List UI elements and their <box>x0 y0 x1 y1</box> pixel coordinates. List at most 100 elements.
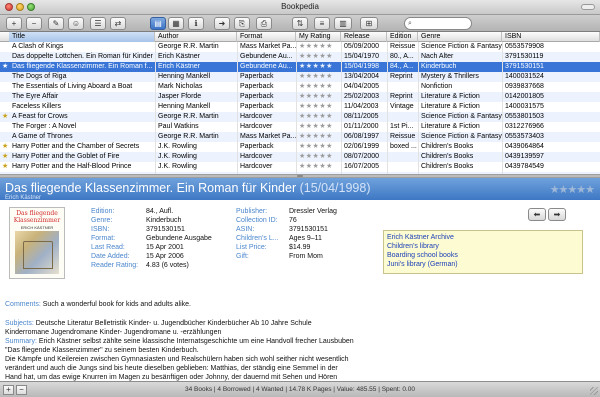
remove-button[interactable]: − <box>26 17 42 30</box>
cell-edition <box>387 112 418 122</box>
detail-author: Erich Kästner <box>5 195 42 201</box>
table-row[interactable]: A Clash of Kings George R.R. Martin Mass M… <box>0 42 600 52</box>
table-row[interactable]: ★ Harry Potter and the Chamber of Secrets… <box>0 142 600 152</box>
cell-genre: Nonfiction <box>421 83 453 90</box>
cell-author: Paul Watkins <box>158 123 199 130</box>
table-row[interactable]: The Dogs of Riga Henning Mankell Paperback… <box>0 72 600 82</box>
resize-grip[interactable] <box>590 387 598 395</box>
collection-link[interactable]: Juni's library (German) <box>387 260 579 269</box>
column-header-format[interactable]: Format <box>237 32 296 42</box>
cell-title: Harry Potter and the Half-Blood Prince <box>12 163 132 170</box>
cell-edition: boxed ... <box>390 143 417 150</box>
info-button[interactable]: ℹ <box>188 17 204 30</box>
table-row[interactable]: ★ Das fliegende Klassenzimmer. Ein Roman … <box>0 62 600 72</box>
person-button[interactable]: ☺ <box>68 17 84 30</box>
table-row[interactable]: The Forger : A Novel Paul Watkins Hardcove… <box>0 122 600 132</box>
field-label: ASIN: <box>236 226 255 233</box>
view-cover-button[interactable]: ▦ <box>168 17 184 30</box>
search-field[interactable]: ⌕ <box>404 17 472 30</box>
sort-button[interactable]: ⇅ <box>292 17 308 30</box>
cell-title: A Clash of Kings <box>12 43 64 50</box>
book-table: Title Author Format My Rating Release Ed… <box>0 32 600 174</box>
filter-button[interactable]: ≡ <box>314 17 330 30</box>
cell-edition: Reissue <box>390 133 416 140</box>
columns-button[interactable]: ⊞ <box>360 17 378 30</box>
table-row[interactable]: Faceless Killers Henning Mankell Paperback… <box>0 102 600 112</box>
field-label: Genre: <box>91 217 113 224</box>
view-list-button[interactable]: ▤ <box>150 17 166 30</box>
field-value: 3791530151 <box>289 226 328 233</box>
field-label: Reader Rating: <box>91 262 139 269</box>
add-button[interactable]: + <box>6 17 22 30</box>
column-header-isbn[interactable]: ISBN <box>502 32 600 42</box>
detail-title-text: Das fliegende Klassenzimmer. Ein Roman f… <box>5 181 297 195</box>
column-header-release[interactable]: Release <box>341 32 387 42</box>
cell-title: Das fliegende Klassenzimmer. Ein Roman f… <box>12 63 153 70</box>
column-header-genre[interactable]: Genre <box>418 32 502 42</box>
cell-author: J.K. Rowling <box>158 143 197 150</box>
table-row[interactable]: A Game of Thrones George R.R. Martin Mass … <box>0 132 600 142</box>
cell-title: A Feast for Crows <box>12 113 68 120</box>
field-value: 15 Apr 2001 <box>146 244 184 251</box>
cell-title: The Essentials of Living Aboard a Boat <box>12 83 133 90</box>
cell-edition: Reissue <box>390 43 416 50</box>
cell-release: 05/09/2000 <box>344 43 380 50</box>
field-value: Kinderbuch <box>146 217 182 224</box>
cell-isbn: 0312276966 <box>505 123 544 130</box>
cell-author: Henning Mankell <box>158 103 211 110</box>
edit-button[interactable]: ✎ <box>48 17 64 30</box>
cell-edition <box>387 162 418 172</box>
stats-icon: ▥ <box>339 18 347 28</box>
next-book-button[interactable]: ➡ <box>548 208 566 221</box>
detail-rating-stars[interactable]: ★★★★★ <box>550 183 595 196</box>
cell-format: Paperback <box>240 83 274 90</box>
list-button[interactable]: ☰ <box>90 17 106 30</box>
collection-link[interactable]: Erich Kästner Archive <box>387 233 579 242</box>
field-value: Dressler Verlag <box>289 208 337 215</box>
stats-button[interactable]: ▥ <box>334 17 352 30</box>
cell-format: Paperback <box>240 73 274 80</box>
table-row[interactable]: ★ Harry Potter and the Goblet of Fire J.K.… <box>0 152 600 162</box>
table-row[interactable]: ★ Harry Potter and the Half-Blood Prince J… <box>0 162 600 172</box>
comments-text: Such a wonderful book for kids and adult… <box>42 301 192 308</box>
sort-icon: ⇅ <box>296 18 304 28</box>
table-row[interactable]: ★ A Feast for Crows George R.R. Martin Hard… <box>0 112 600 122</box>
cell-edition <box>387 152 418 162</box>
export-button[interactable]: ➜ <box>214 17 230 30</box>
cell-release: 02/06/1999 <box>344 143 380 150</box>
cell-rating: ★★★★★ <box>299 83 333 90</box>
print-button[interactable]: ⎙ <box>256 17 272 30</box>
import-button[interactable]: ⎘ <box>234 17 250 30</box>
previous-book-button[interactable]: ⬅ <box>528 208 546 221</box>
cell-isbn: 0553801503 <box>505 113 544 120</box>
column-header-rating[interactable]: My Rating <box>296 32 341 42</box>
cell-title: The Eyre Affair <box>12 93 59 100</box>
table-row[interactable]: The Essentials of Living Aboard a Boat Ma… <box>0 82 600 92</box>
table-row[interactable]: Das doppelte Lottchen. Ein Roman für Kin… <box>0 52 600 62</box>
cell-format: Paperback <box>240 93 274 100</box>
toolbar-toggle-button[interactable] <box>581 4 595 10</box>
summary-label: Summary: <box>5 338 37 345</box>
cell-edition: 1st Pi... <box>390 123 414 130</box>
cell-edition: 84., A... <box>390 63 414 70</box>
cell-title: Harry Potter and the Chamber of Secrets <box>12 143 140 150</box>
lend-button[interactable]: ⇄ <box>110 17 126 30</box>
field-value: Ages 9–11 <box>289 235 322 242</box>
cell-author: Henning Mankell <box>158 73 211 80</box>
toolbar: + − ✎ ☺ ☰ ⇄ ▤ ▦ ℹ ➜ ⎘ ⎙ ⇅ ≡ ▥ ⊞ ⌕ <box>0 15 600 32</box>
cell-release: 25/02/2003 <box>344 93 380 100</box>
cell-genre: Science Fiction & Fantasy <box>421 43 502 50</box>
cell-title: A Game of Thrones <box>12 133 73 140</box>
cover-author: ERICH KÄSTNER <box>20 225 54 230</box>
collection-link[interactable]: Boarding school books <box>387 251 579 260</box>
lend-icon: ⇄ <box>114 18 122 28</box>
collection-link[interactable]: Children's library <box>387 242 579 251</box>
column-header-title[interactable]: Title <box>9 32 155 42</box>
cell-author: George R.R. Martin <box>158 43 219 50</box>
list-icon: ☰ <box>94 18 102 28</box>
cell-format: Mass Market Pa... <box>240 133 296 140</box>
column-header-edition[interactable]: Edition <box>387 32 418 42</box>
cell-format: Paperback <box>240 103 274 110</box>
column-header-author[interactable]: Author <box>155 32 237 42</box>
table-row[interactable]: The Eyre Affair Jasper Fforde Paperback ★★★… <box>0 92 600 102</box>
